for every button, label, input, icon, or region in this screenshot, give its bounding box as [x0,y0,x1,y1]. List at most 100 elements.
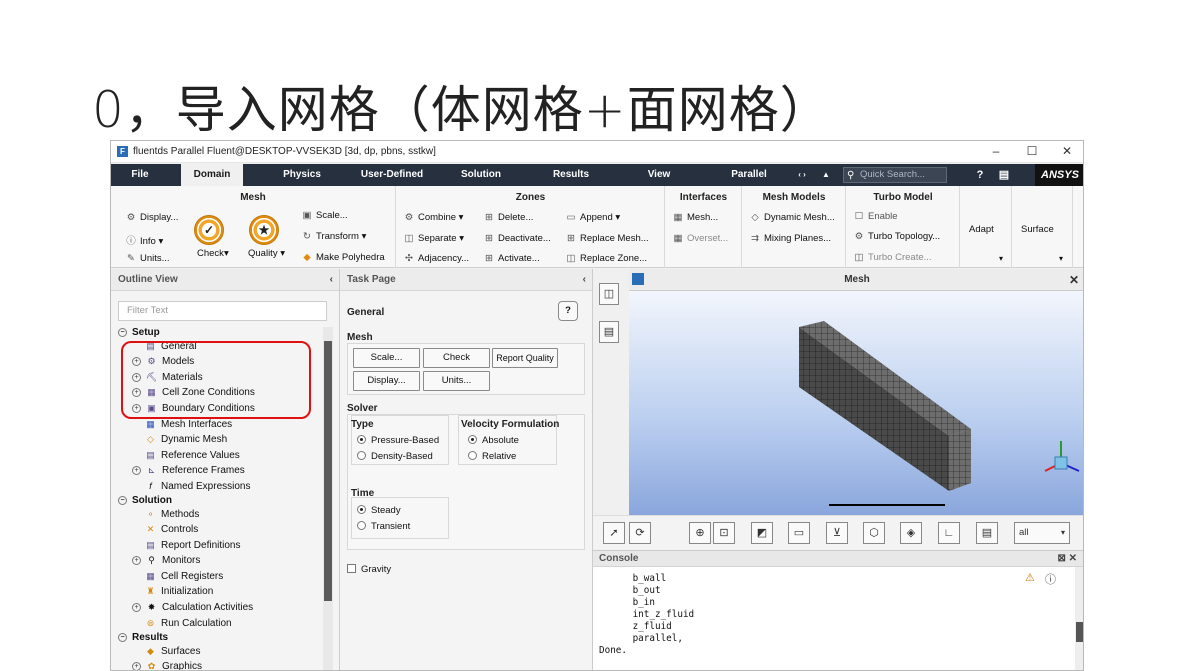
dynamic-mesh-button[interactable]: ◇ Dynamic Mesh... [749,212,834,223]
check-button[interactable]: Check▾ [197,248,229,259]
tree-item-monitors[interactable]: + ⚲ Monitors [132,555,200,566]
menu-parallel[interactable]: Parallel [719,164,779,186]
tree-item-methods[interactable]: ⚬ Methods [145,509,200,520]
adapt-dropdown-icon[interactable]: ▾ [999,254,1003,263]
replace-zone-button[interactable]: ◫ Replace Zone... [565,253,648,264]
pointer-tool-icon[interactable]: ➚ [603,522,625,544]
close-graphics-icon[interactable]: ✕ [1069,269,1079,291]
tree-item-report-definitions[interactable]: ▤ Report Definitions [145,540,240,551]
collapse-icon[interactable]: − [118,633,127,642]
scale-button[interactable]: ▣ Scale... [301,210,348,221]
tree-item-calculation-activities[interactable]: + ✸ Calculation Activities [132,602,253,613]
turbo-create-button[interactable]: ◫ Turbo Create... [853,252,932,263]
zoom-box-tool-icon[interactable]: ⊡ [713,522,735,544]
surface-button[interactable]: Surface [1021,224,1054,235]
turbo-enable-checkbox[interactable]: ☐ Enable [853,211,898,222]
info-icon[interactable]: ⓘ [1045,571,1056,587]
menu-results[interactable]: Results [541,164,601,186]
display-button[interactable]: Display... [353,371,420,391]
append-button[interactable]: ▭ Append ▾ [565,212,621,223]
probe-tool-icon[interactable]: ◩ [751,522,773,544]
adapt-group[interactable]: Adapt ▾ [961,186,1012,268]
adjacency-button[interactable]: ✣ Adjacency... [403,253,469,264]
scale-button[interactable]: Scale... [353,348,420,368]
menu-scroll-arrows-icon[interactable]: ‹ › [793,164,811,186]
collapse-icon[interactable]: − [118,496,127,505]
separate-button[interactable]: ◫ Separate ▾ [403,233,464,244]
expand-icon[interactable]: + [132,603,141,612]
layout-icon[interactable]: ▤ [995,164,1013,186]
menu-view[interactable]: View [631,164,687,186]
menu-domain[interactable]: Domain [181,164,243,186]
density-based-radio[interactable]: Density-Based [357,451,433,462]
combine-button[interactable]: ⚙ Combine ▾ [403,212,464,223]
tree-item-reference-values[interactable]: ▤ Reference Values [145,450,240,461]
filter-text-input[interactable]: Filter Text [118,301,327,321]
replace-mesh-button[interactable]: ⊞ Replace Mesh... [565,233,649,244]
expand-icon[interactable]: + [132,556,141,565]
surface-dropdown-icon[interactable]: ▾ [1059,254,1063,263]
relative-radio[interactable]: Relative [468,451,516,462]
annotate-icon[interactable]: ▤ [976,522,998,544]
quality-button[interactable]: Quality ▾ [248,248,285,259]
menu-physics[interactable]: Physics [271,164,333,186]
collapse-chevron-icon[interactable]: ‹ [583,269,586,291]
help-icon[interactable]: ? [971,164,989,186]
tree-item-mesh-interfaces[interactable]: ▦ Mesh Interfaces [145,419,232,430]
tree-item-run-calculation[interactable]: ⊜ Run Calculation [145,618,232,629]
measure-tool-icon[interactable]: ▭ [788,522,810,544]
tree-item-cell-registers[interactable]: ▦ Cell Registers [145,571,223,582]
tree-section-results[interactable]: − Results [118,632,168,643]
rotate-tool-icon[interactable]: ⟳ [629,522,651,544]
scrollbar-thumb[interactable] [324,341,332,601]
quick-search-input[interactable]: ⚲ Quick Search... [843,167,947,183]
display-button[interactable]: ⚙ Display... [125,212,179,223]
units-button[interactable]: ✎ Units... [125,253,170,264]
tree-item-graphics[interactable]: + ✿ Graphics [132,661,202,670]
deactivate-button[interactable]: ⊞ Deactivate... [483,233,551,244]
tree-section-setup[interactable]: − Setup [118,327,160,338]
expand-icon[interactable]: + [132,662,141,670]
isometric-view-icon[interactable]: ⬡ [863,522,885,544]
tree-item-controls[interactable]: ✕ Controls [145,524,199,535]
maximize-button[interactable]: ☐ [1021,144,1043,158]
gravity-checkbox[interactable]: Gravity [347,564,391,575]
graphics-window[interactable]: Mesh ✕ [629,269,1084,515]
console-scrollbar[interactable] [1075,567,1083,670]
outline-scrollbar[interactable] [323,327,333,670]
axes-toggle-icon[interactable]: ∟ [938,522,960,544]
units-button[interactable]: Units... [423,371,490,391]
view-direction-icon[interactable]: ◈ [900,522,922,544]
transform-button[interactable]: ↻ Transform ▾ [301,231,366,242]
tree-item-named-expressions[interactable]: f Named Expressions [145,481,250,492]
activate-button[interactable]: ⊞ Activate... [483,253,540,264]
fit-view-icon[interactable]: ⊻ [826,522,848,544]
window-layout-icon[interactable]: ◫ [599,283,619,305]
expand-icon[interactable]: + [132,466,141,475]
warning-icon[interactable]: ⚠ [1025,571,1035,584]
report-quality-button[interactable]: Report Quality [492,348,558,368]
interface-mesh-button[interactable]: ▦ Mesh... [672,212,719,223]
tree-item-dynamic-mesh[interactable]: ◇ Dynamic Mesh [145,434,227,445]
mesh-viewport[interactable] [629,291,1084,515]
scrollbar-thumb[interactable] [1076,622,1083,642]
quality-icon[interactable]: ★ [249,215,279,245]
ribbon-collapse-icon[interactable]: ▲ [817,164,835,186]
delete-button[interactable]: ⊞ Delete... [483,212,533,223]
tree-item-initialization[interactable]: ♜ Initialization [145,586,213,597]
steady-radio[interactable]: Steady [357,505,401,516]
tree-section-solution[interactable]: − Solution [118,495,172,506]
adapt-button[interactable]: Adapt [969,224,994,235]
check-button[interactable]: Check [423,348,490,368]
help-button[interactable]: ? [558,301,578,321]
zoom-tool-icon[interactable]: ⊕ [689,522,711,544]
properties-panel-icon[interactable]: ▤ [599,321,619,343]
collapse-icon[interactable]: − [118,328,127,337]
surface-group[interactable]: Surface ▾ [1013,186,1073,268]
make-polyhedra-button[interactable]: ◆ Make Polyhedra [301,252,384,263]
tree-item-reference-frames[interactable]: + ⊾ Reference Frames [132,465,245,476]
info-button[interactable]: ⓘ Info ▾ [125,233,163,247]
console-close-icon[interactable]: ⊠ ✕ [1057,551,1077,567]
pressure-based-radio[interactable]: Pressure-Based [357,435,439,446]
mixing-planes-button[interactable]: ⇉ Mixing Planes... [749,233,831,244]
